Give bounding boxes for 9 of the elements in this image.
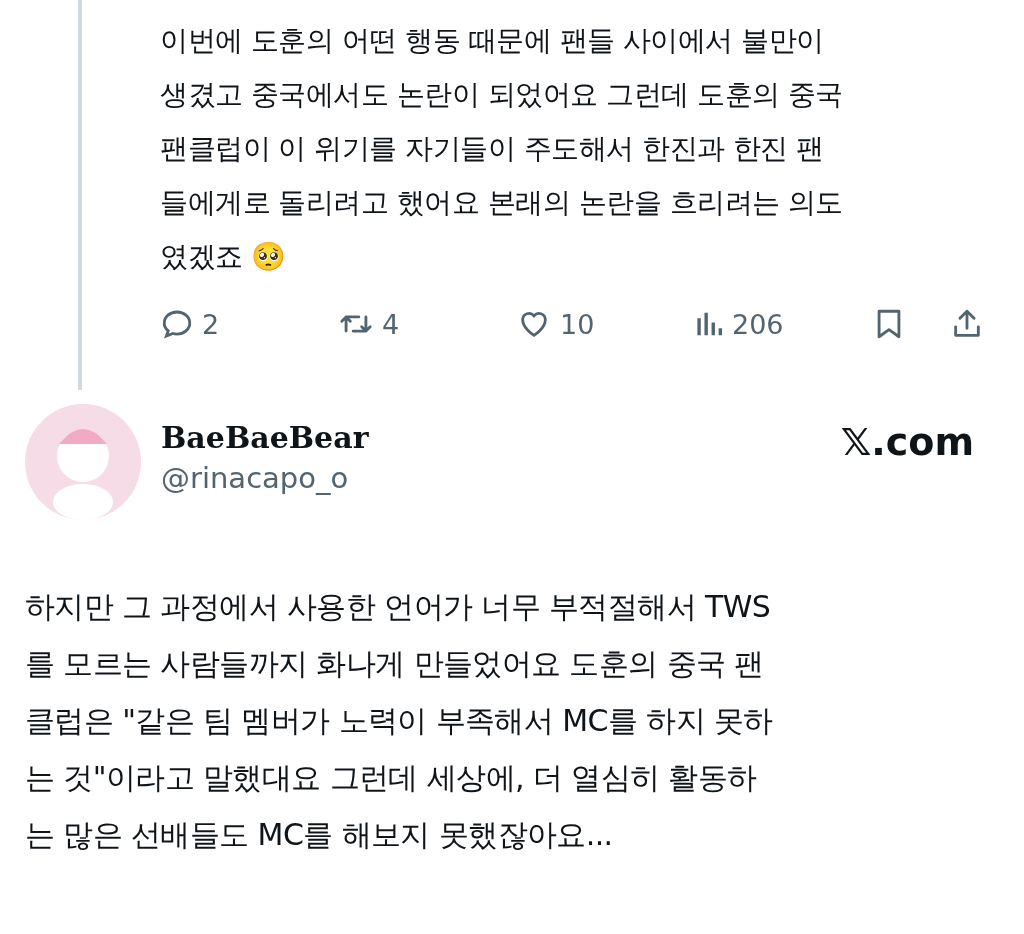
user-handle[interactable]: @rinacapo_o: [161, 461, 369, 495]
tweet-text: 하지만 그 과정에서 사용한 언어가 너무 부적절해서 TWS 를 모르는 사람들까지 화나게 만들었어요 도훈의 중국 팬 클럽은 "같은 팀 멤버가 노력이 부족해서 MC를 하지 못하 는 것"이라고 말했대요 그런데 세상에, 더 열심히 활동하 는 많은 선배들도 MC를 해보지 못했잖아요...: [25, 588, 774, 854]
views-button[interactable]: 206: [694, 307, 872, 341]
user-name[interactable]: BaeBaeBear: [161, 420, 369, 455]
site-logo: 𝕏.com: [840, 420, 974, 464]
reply-button[interactable]: 2: [160, 307, 338, 341]
like-button[interactable]: 10: [516, 307, 694, 341]
tweet-text: 이번에 도훈의 어떤 행동 때문에 팬들 사이에서 불만이 생겼고 중국에서도 논란이 되었어요 그런데 도훈의 중국 팬클럽이 이 위기를 자기들이 주도해서 한진과 한진 팬 들에게로 돌리려고 했어요 본래의 논란을 흐리려는 의도 였겠죠 🥺: [160, 23, 844, 275]
repost-button[interactable]: 4: [338, 307, 516, 341]
